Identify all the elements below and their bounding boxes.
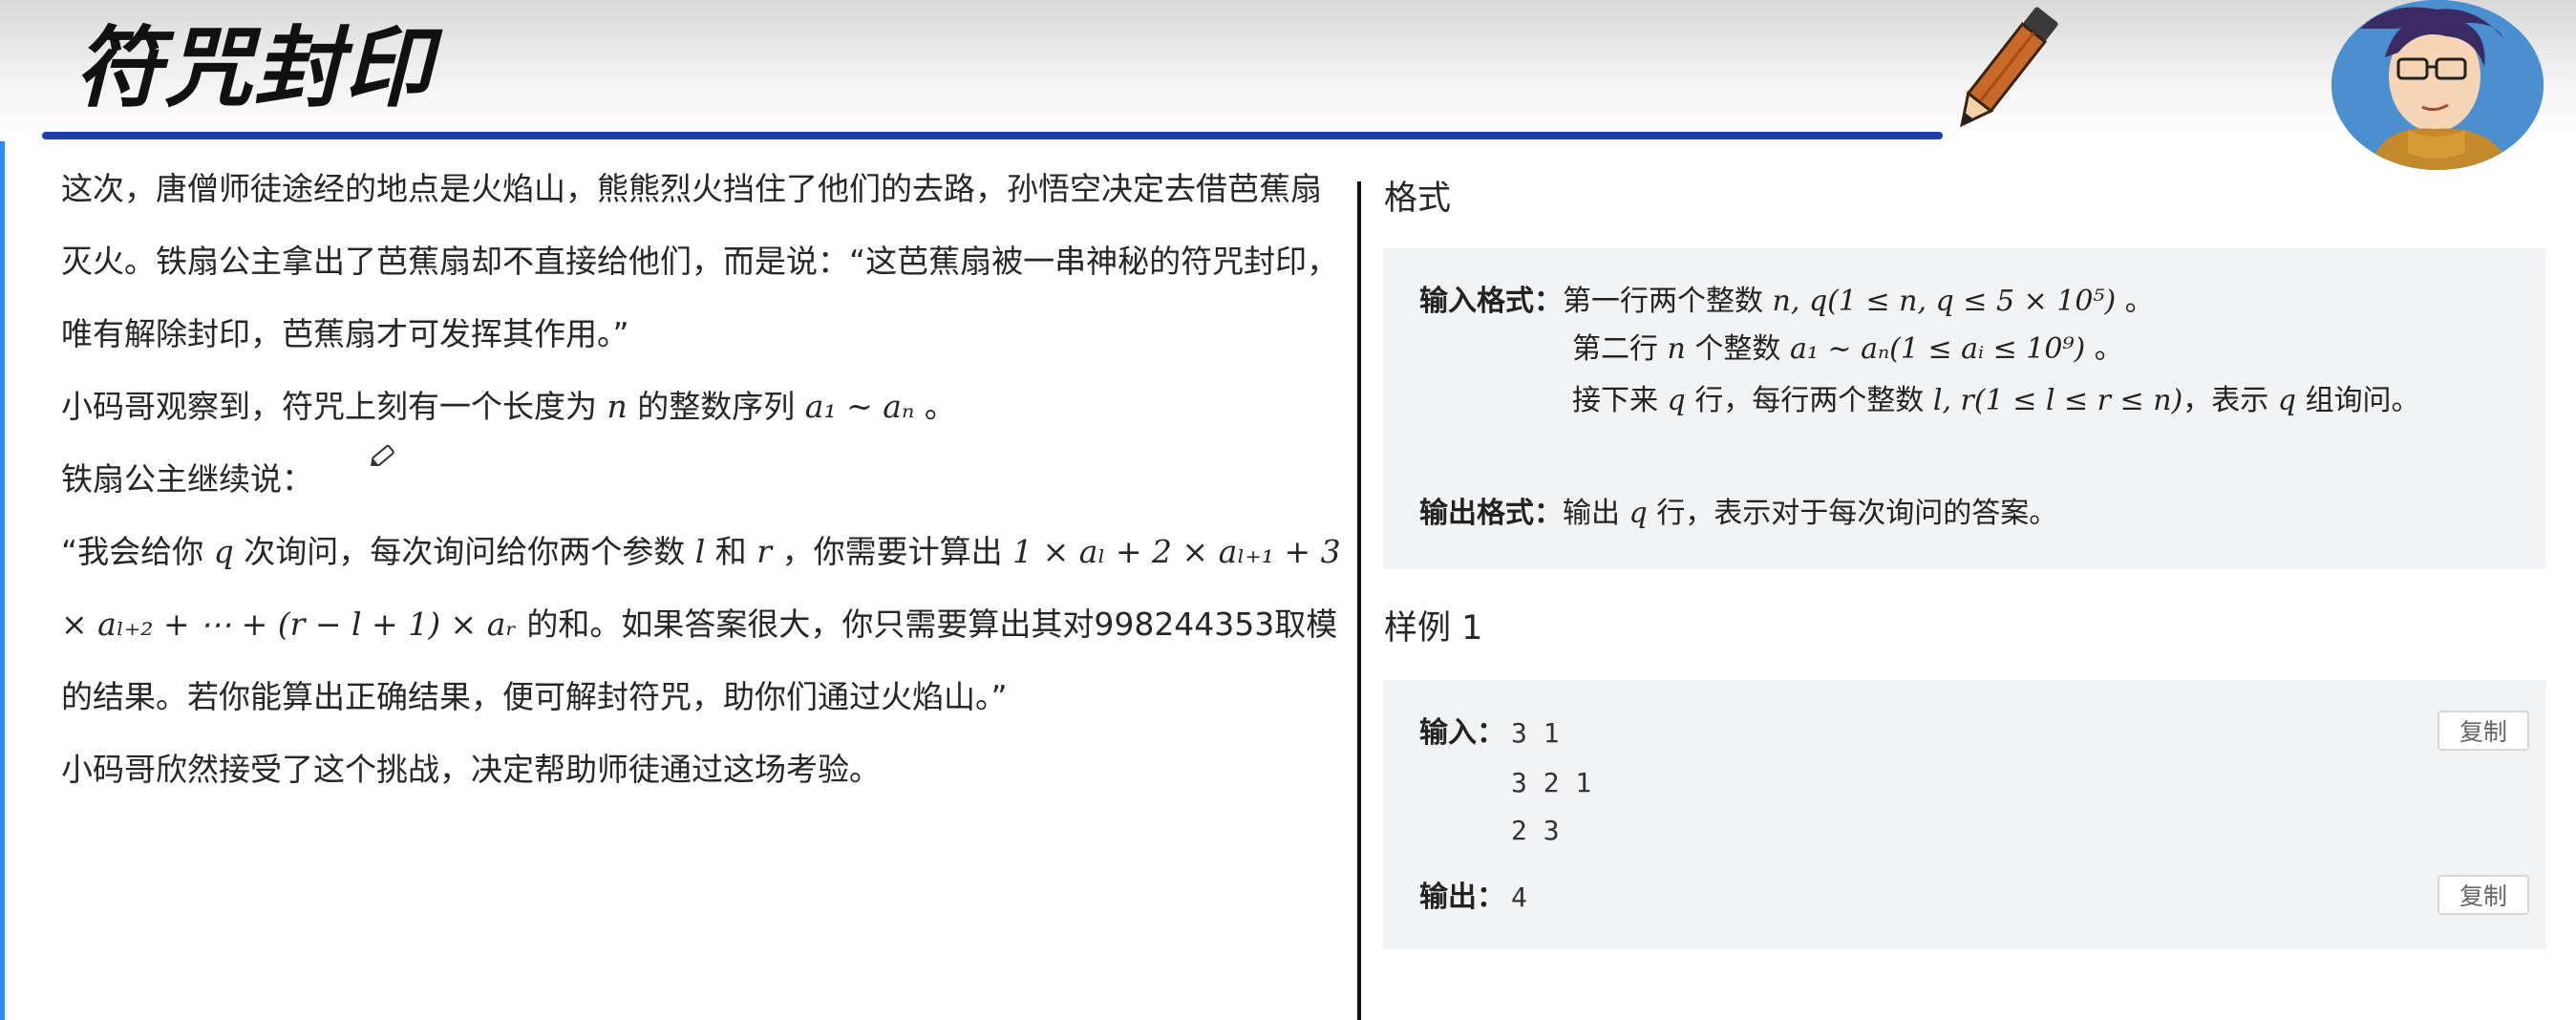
story-paragraph: “我会给你 q 次询问，每次询问给你两个参数 l 和 r ，你需要计算出 1 ×… [61,516,1346,733]
math-var-q: q [1667,384,1686,417]
story-text: 这次，唐僧师徒途经的地点是火焰山，熊熊烈火挡住了他们的去路，孙悟空决定去借芭蕉扇… [61,170,1339,352]
story-paragraph: 这次，唐僧师徒途经的地点是火焰山，熊熊烈火挡住了他们的去路，孙悟空决定去借芭蕉扇… [61,153,1346,371]
format-text: 。 [2124,285,2154,318]
format-text: 行，每行两个整数 [1694,384,1925,417]
sample-panel: 输入： 3 1 3 2 1 2 3 复制 输出： 4 复制 [1383,680,2546,949]
problem-statement: 这次，唐僧师徒途经的地点是火焰山，熊熊烈火挡住了他们的去路，孙悟空决定去借芭蕉扇… [61,153,1346,806]
sample-output-value: 4 [1511,882,1527,913]
copy-output-button[interactable]: 复制 [2438,875,2529,915]
math-formula: 1 × aₗ + 2 × [1012,533,1209,570]
format-text: 个整数 [1694,332,1781,366]
story-text: 。 [924,388,956,425]
pencil-icon [1960,7,2058,128]
story-text: 铁扇公主继续说： [61,460,313,498]
format-text: 第二行 [1572,332,1658,366]
sample-output-label-text: 输出： [1419,881,1505,914]
output-format-line: 输出格式：输出 q 行，表示对于每次询问的答案。 [1419,495,2057,533]
sample-input-line: 2 3 [1511,815,1560,846]
math-var-q: q [1629,497,1648,530]
math-formula: a₁ ∼ aₙ(1 ≤ aᵢ ≤ 10⁹) [1789,332,2086,366]
copy-input-button[interactable]: 复制 [2438,711,2529,751]
story-text: 次询问，每次询问给你两个参数 [244,533,686,570]
math-var-q: q [2277,384,2297,417]
story-text: 的整数序列 [637,388,796,425]
math-formula: n, q(1 ≤ n, q ≤ 5 × 10⁵) [1772,285,2117,318]
math-var-l: l [694,533,706,570]
story-paragraph: 铁扇公主继续说： [61,443,1346,516]
sample-input-label-text: 输入： [1419,716,1505,750]
story-text: ，你需要计算出 [781,533,1003,570]
story-text: 小码哥欣然接受了这个挑战，决定帮助师徒通过这场考验。 [61,751,881,788]
format-text: 组询问。 [2305,384,2420,417]
sample-heading: 样例 1 [1384,609,1483,648]
format-panel: 输入格式：第一行两个整数 n, q(1 ≤ n, q ≤ 5 × 10⁵) 。 … [1383,248,2546,569]
math-var-n: n [1667,332,1686,366]
column-divider [1357,181,1361,1020]
format-text: 接下来 [1572,384,1658,417]
input-format-label: 输入格式： [1419,285,1563,318]
window-edge [0,0,5,1020]
format-text: 第一行两个整数 [1563,285,1763,318]
story-text: 小码哥观察到，符咒上刻有一个长度为 [61,388,597,425]
format-text: 。 [2094,332,2123,366]
story-paragraph: 小码哥欣然接受了这个挑战，决定帮助师徒通过这场考验。 [61,733,1346,806]
sample-output-label: 输出： [1419,879,1505,917]
math-var-n: n [607,388,628,425]
sample-input-label: 输入： [1419,714,1505,753]
title-underline [42,132,1943,139]
format-heading: 格式 [1384,180,1452,218]
math-var-r: r [756,533,773,570]
math-sequence: a₁ ~ aₙ [804,388,915,425]
story-text: 和 [714,533,747,570]
story-text: “我会给你 [61,533,204,570]
input-format-line3: 接下来 q 行，每行两个整数 l, r(1 ≤ l ≤ r ≤ n)，表示 q … [1572,382,2420,420]
format-text: 输出 [1563,497,1620,530]
sample-input-line: 3 1 [1511,717,1560,749]
input-format-line2: 第二行 n 个整数 a₁ ∼ aₙ(1 ≤ aᵢ ≤ 10⁹) 。 [1572,330,2123,369]
output-format-label: 输出格式： [1419,497,1563,530]
avatar [2331,0,2544,170]
math-formula: l, r(1 ≤ l ≤ r ≤ n) [1932,384,2183,417]
format-text: 行，表示对于每次询问的答案。 [1656,497,2058,530]
page-title: 符咒封印 [75,17,435,119]
story-paragraph: 小码哥观察到，符咒上刻有一个长度为 n 的整数序列 a₁ ~ aₙ 。 [61,371,1346,443]
annotation-pen-icon [370,444,394,467]
format-text: ，表示 [2182,384,2269,417]
input-format-line1: 输入格式：第一行两个整数 n, q(1 ≤ n, q ≤ 5 × 10⁵) 。 [1419,283,2154,321]
math-var-q: q [213,533,234,570]
sample-input-line: 3 2 1 [1511,767,1592,798]
